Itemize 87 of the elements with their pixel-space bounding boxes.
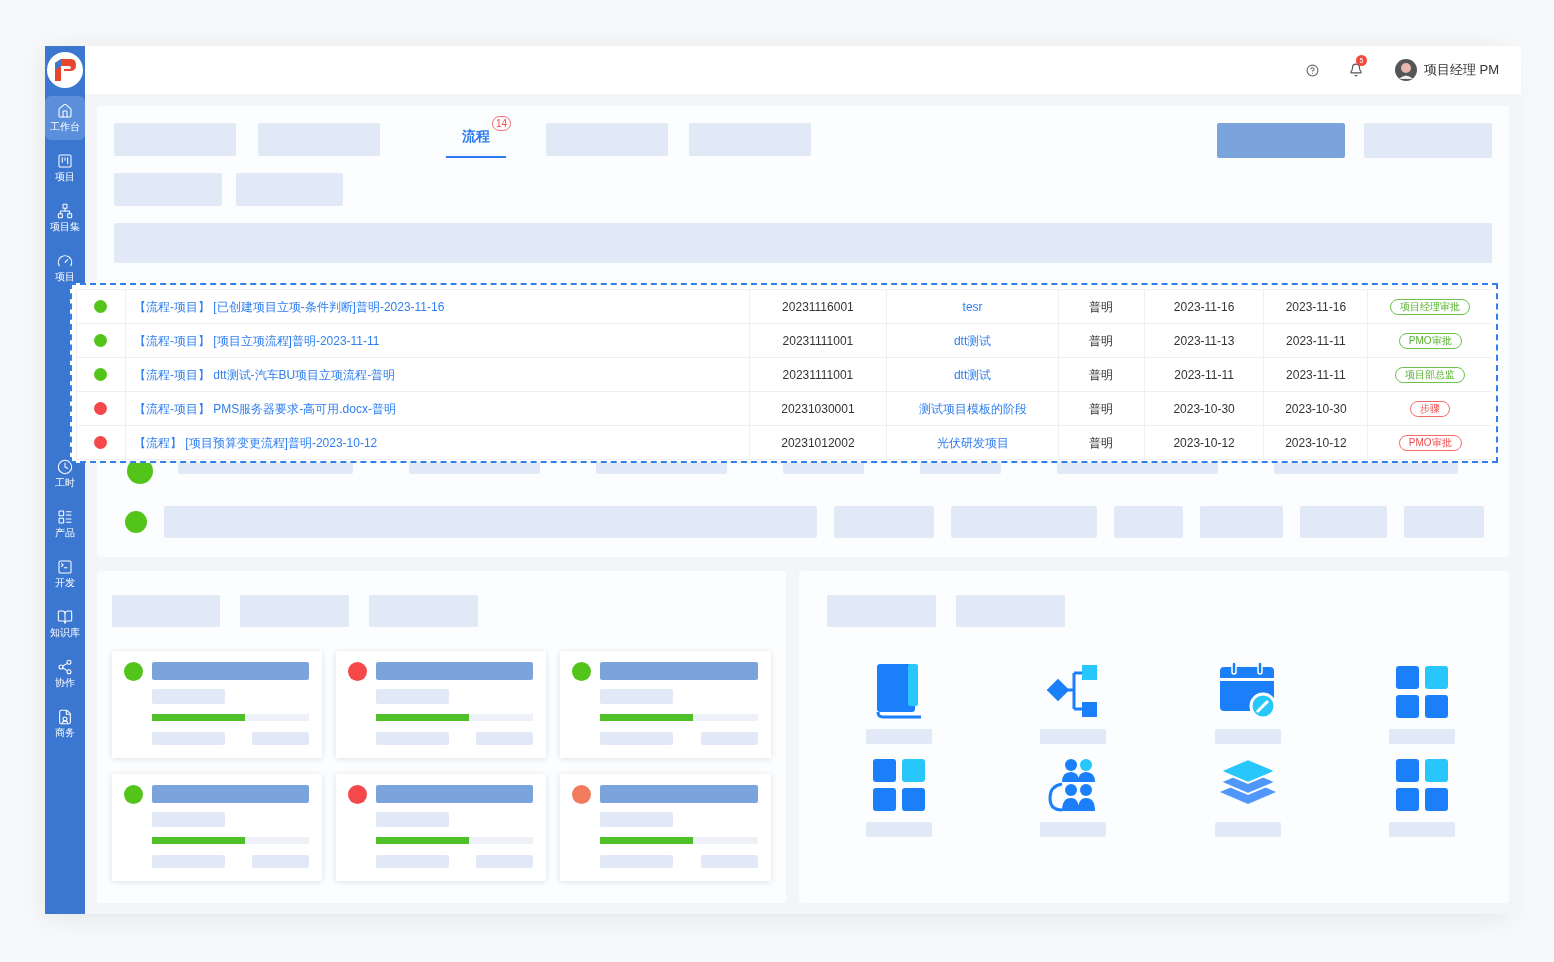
placeholder-bar: [1388, 729, 1455, 744]
grid-icon: [1394, 758, 1449, 812]
project-link[interactable]: tesr: [962, 297, 983, 316]
placeholder-bar: [701, 732, 758, 745]
document-icon: [57, 709, 73, 725]
count-badge: 14: [492, 116, 512, 131]
sidebar-item[interactable]: 项目: [45, 146, 85, 190]
table-cell-text: 2023-10-12: [1173, 434, 1235, 452]
table-row[interactable]: 【流程-项目】 [项目立项流程]普明-2023-11-11 20231111001 dtt测试 普明 2023-11-13 2023-11-11 PMO审批: [76, 324, 1492, 358]
task-card[interactable]: [560, 774, 771, 881]
table-cell-text: 2023-10-12: [1285, 434, 1347, 452]
table-row[interactable]: 【流程-项目】 PMS服务器要求-高可用.docx-普明 20231030001 测试项目模板的阶段 普明 2023-10-30 2023-10-30 步骤: [76, 392, 1492, 426]
project-link[interactable]: dtt测试: [953, 331, 992, 350]
sidebar-item[interactable]: 项目: [45, 246, 85, 290]
tab[interactable]: 流程 14: [434, 116, 512, 158]
table-cell-text: 2023-10-30: [1173, 400, 1235, 418]
avatar[interactable]: [1394, 59, 1417, 81]
home-icon: [57, 103, 73, 119]
sidebar-item[interactable]: 产品: [45, 502, 85, 546]
process-link[interactable]: 【流程-项目】 [项目立项流程]普明-2023-11-11: [133, 331, 380, 350]
process-link[interactable]: 【流程】 [项目预算变更流程]普明-2023-10-12: [133, 433, 378, 452]
task-card[interactable]: [336, 774, 546, 881]
help-icon[interactable]: [1305, 63, 1319, 77]
task-card[interactable]: [336, 651, 546, 758]
table-cell-text: 20231111001: [782, 332, 854, 350]
placeholder-bar: [866, 822, 933, 837]
placeholder-bar: [1388, 822, 1455, 837]
placeholder-bar: [1214, 729, 1281, 744]
sidebar-item[interactable]: 项目集: [45, 196, 85, 240]
list-icon: [57, 509, 73, 525]
project-link[interactable]: dtt测试: [953, 365, 992, 384]
process-link[interactable]: 【流程-项目】 PMS服务器要求-高可用.docx-普明: [133, 399, 396, 418]
notification-icon[interactable]: [1348, 63, 1363, 77]
placeholder-bar: [1040, 729, 1107, 744]
table-cell-text: 2023-10-30: [1285, 400, 1347, 418]
placeholder-bar: [252, 855, 309, 868]
table-cell-text: 普明: [1089, 366, 1114, 384]
share-icon: [57, 659, 73, 675]
table-cell-text: 20231111001: [782, 366, 854, 384]
process-link[interactable]: 【流程-项目】 [已创建项目立项-条件判断]普明-2023-11-16: [133, 297, 445, 316]
table-cell-text: 2023-11-16: [1173, 298, 1235, 316]
placeholder-bar: [1040, 822, 1107, 837]
table-cell-text: 2023-11-16: [1285, 298, 1347, 316]
placeholder-bar: [252, 732, 309, 745]
flowchart-icon: [1047, 663, 1100, 719]
grid-icon: [872, 758, 927, 812]
table-cell-text: 20231030001: [781, 400, 855, 418]
table-cell-text: 普明: [1089, 332, 1114, 350]
book-icon: [875, 663, 924, 719]
placeholder-bar: [701, 855, 758, 868]
placeholder-bar: [1114, 506, 1183, 538]
table-cell-text: 普明: [1089, 400, 1114, 418]
project-link[interactable]: 测试项目模板的阶段: [918, 399, 1027, 418]
placeholder-bar: [1214, 822, 1281, 837]
gauge-icon: [57, 253, 73, 269]
table-cell-text: 20231012002: [781, 434, 855, 452]
grid-icon: [1394, 665, 1449, 719]
table-cell-text: 20231116001: [782, 298, 854, 316]
task-card[interactable]: [112, 651, 322, 758]
kanban-icon: [57, 153, 73, 169]
sidebar-item[interactable]: 协作: [45, 652, 85, 696]
table-cell-text: 2023-11-11: [1286, 332, 1346, 350]
sidebar-item[interactable]: 开发: [45, 552, 85, 596]
placeholder-bar: [866, 729, 933, 744]
table-cell-text: 普明: [1089, 434, 1114, 452]
table-cell-text: 2023-11-11: [1286, 366, 1346, 384]
task-card[interactable]: [560, 651, 771, 758]
table-cell-text: 普明: [1089, 298, 1114, 316]
sidebar-item[interactable]: 知识库: [45, 602, 85, 646]
table-row[interactable]: 【流程-项目】 dtt测试-汽车BU项目立项流程-普明 20231111001 dtt测试 普明 2023-11-11 2023-11-11 项目部总监: [76, 358, 1492, 392]
project-link[interactable]: 光伏研发项目: [936, 433, 1009, 452]
user-name: 项目经理 PM: [1423, 61, 1499, 80]
table-row[interactable]: 【流程】 [项目预算变更流程]普明-2023-10-12 20231012002 光伏研发项目 普明 2023-10-12 2023-10-12 PMO审批: [76, 426, 1492, 460]
table-cell-text: 2023-11-13: [1173, 332, 1235, 350]
book-icon: [57, 609, 73, 625]
task-card[interactable]: [112, 774, 322, 881]
terminal-icon: [57, 559, 73, 575]
table-row[interactable]: 【流程-项目】 [已创建项目立项-条件判断]普明-2023-11-16 20231116001 tesr 普明 2023-11-16 2023-11-16 项目经理审批: [76, 290, 1492, 324]
app-logo[interactable]: [47, 52, 83, 88]
placeholder-bar: [476, 855, 533, 868]
calendar-edit-icon: [1218, 661, 1277, 719]
sidebar-item[interactable]: 商务: [45, 702, 85, 746]
table-cell-text: 2023-11-11: [1174, 366, 1234, 384]
placeholder-bar: [476, 732, 533, 745]
hierarchy-icon: [57, 203, 73, 219]
process-link[interactable]: 【流程-项目】 dtt测试-汽车BU项目立项流程-普明: [133, 365, 396, 384]
sidebar-item[interactable]: 工作台: [45, 96, 85, 140]
